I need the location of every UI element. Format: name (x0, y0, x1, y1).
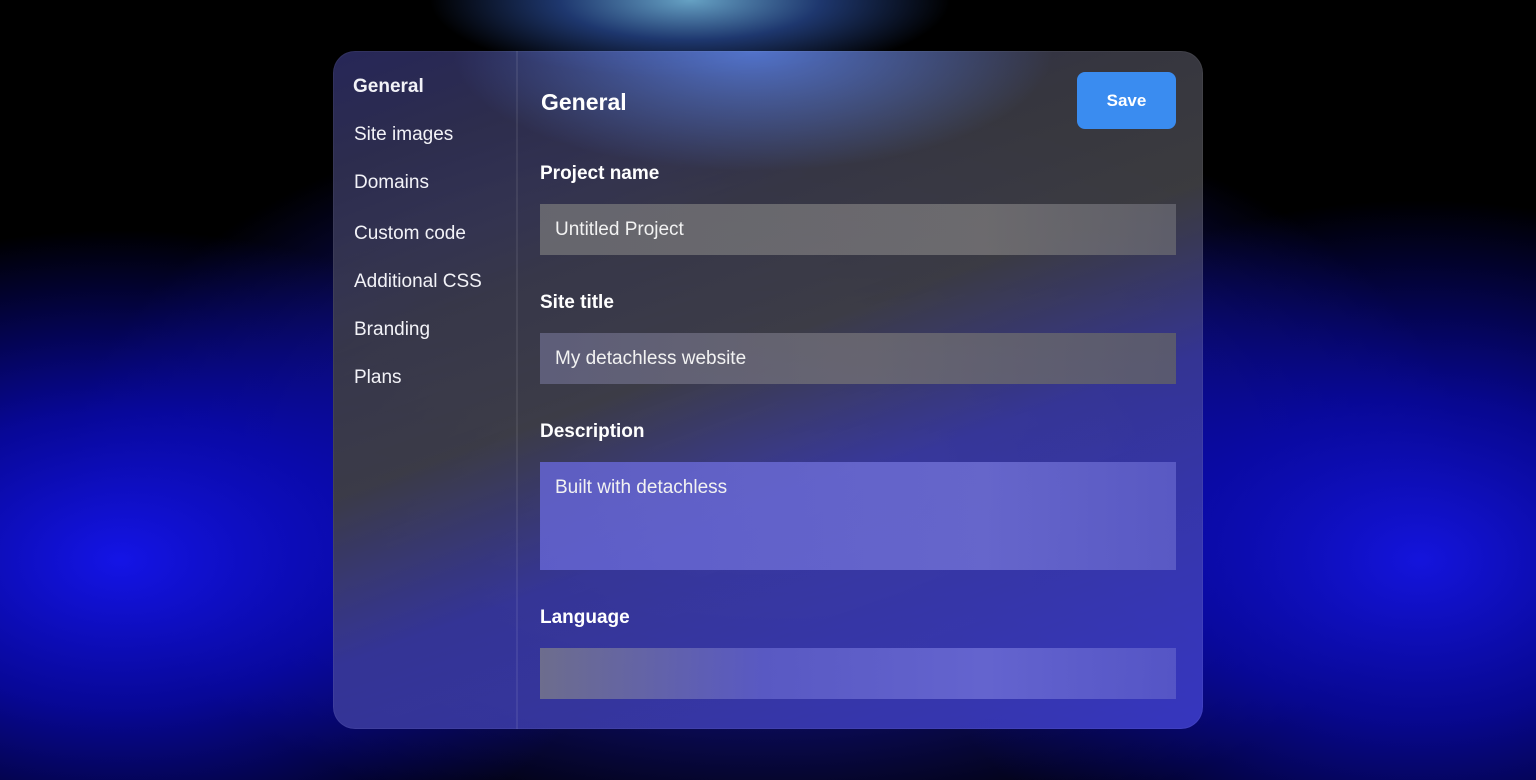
site-title-input[interactable] (540, 333, 1176, 384)
site-title-label: Site title (540, 292, 614, 313)
project-name-input[interactable] (540, 204, 1176, 255)
description-textarea[interactable]: Built with detachless (540, 462, 1176, 570)
page-title: General (541, 89, 627, 115)
settings-sidebar: General Site images Domains Custom code … (333, 51, 518, 729)
language-label: Language (540, 607, 630, 628)
language-select[interactable] (540, 648, 1176, 699)
sidebar-item-additional-css[interactable]: Additional CSS (354, 271, 482, 293)
sidebar-item-domains[interactable]: Domains (354, 172, 429, 194)
project-name-label: Project name (540, 163, 660, 184)
description-label: Description (540, 421, 645, 442)
sidebar-item-plans[interactable]: Plans (354, 367, 402, 389)
sidebar-item-general[interactable]: General (353, 76, 424, 98)
sidebar-item-site-images[interactable]: Site images (354, 124, 453, 146)
save-button[interactable]: Save (1077, 72, 1176, 129)
sidebar-item-branding[interactable]: Branding (354, 319, 430, 341)
settings-main: General Save Project name Site title Des… (518, 51, 1203, 729)
settings-panel: General Site images Domains Custom code … (333, 51, 1203, 729)
sidebar-item-custom-code[interactable]: Custom code (354, 223, 466, 245)
